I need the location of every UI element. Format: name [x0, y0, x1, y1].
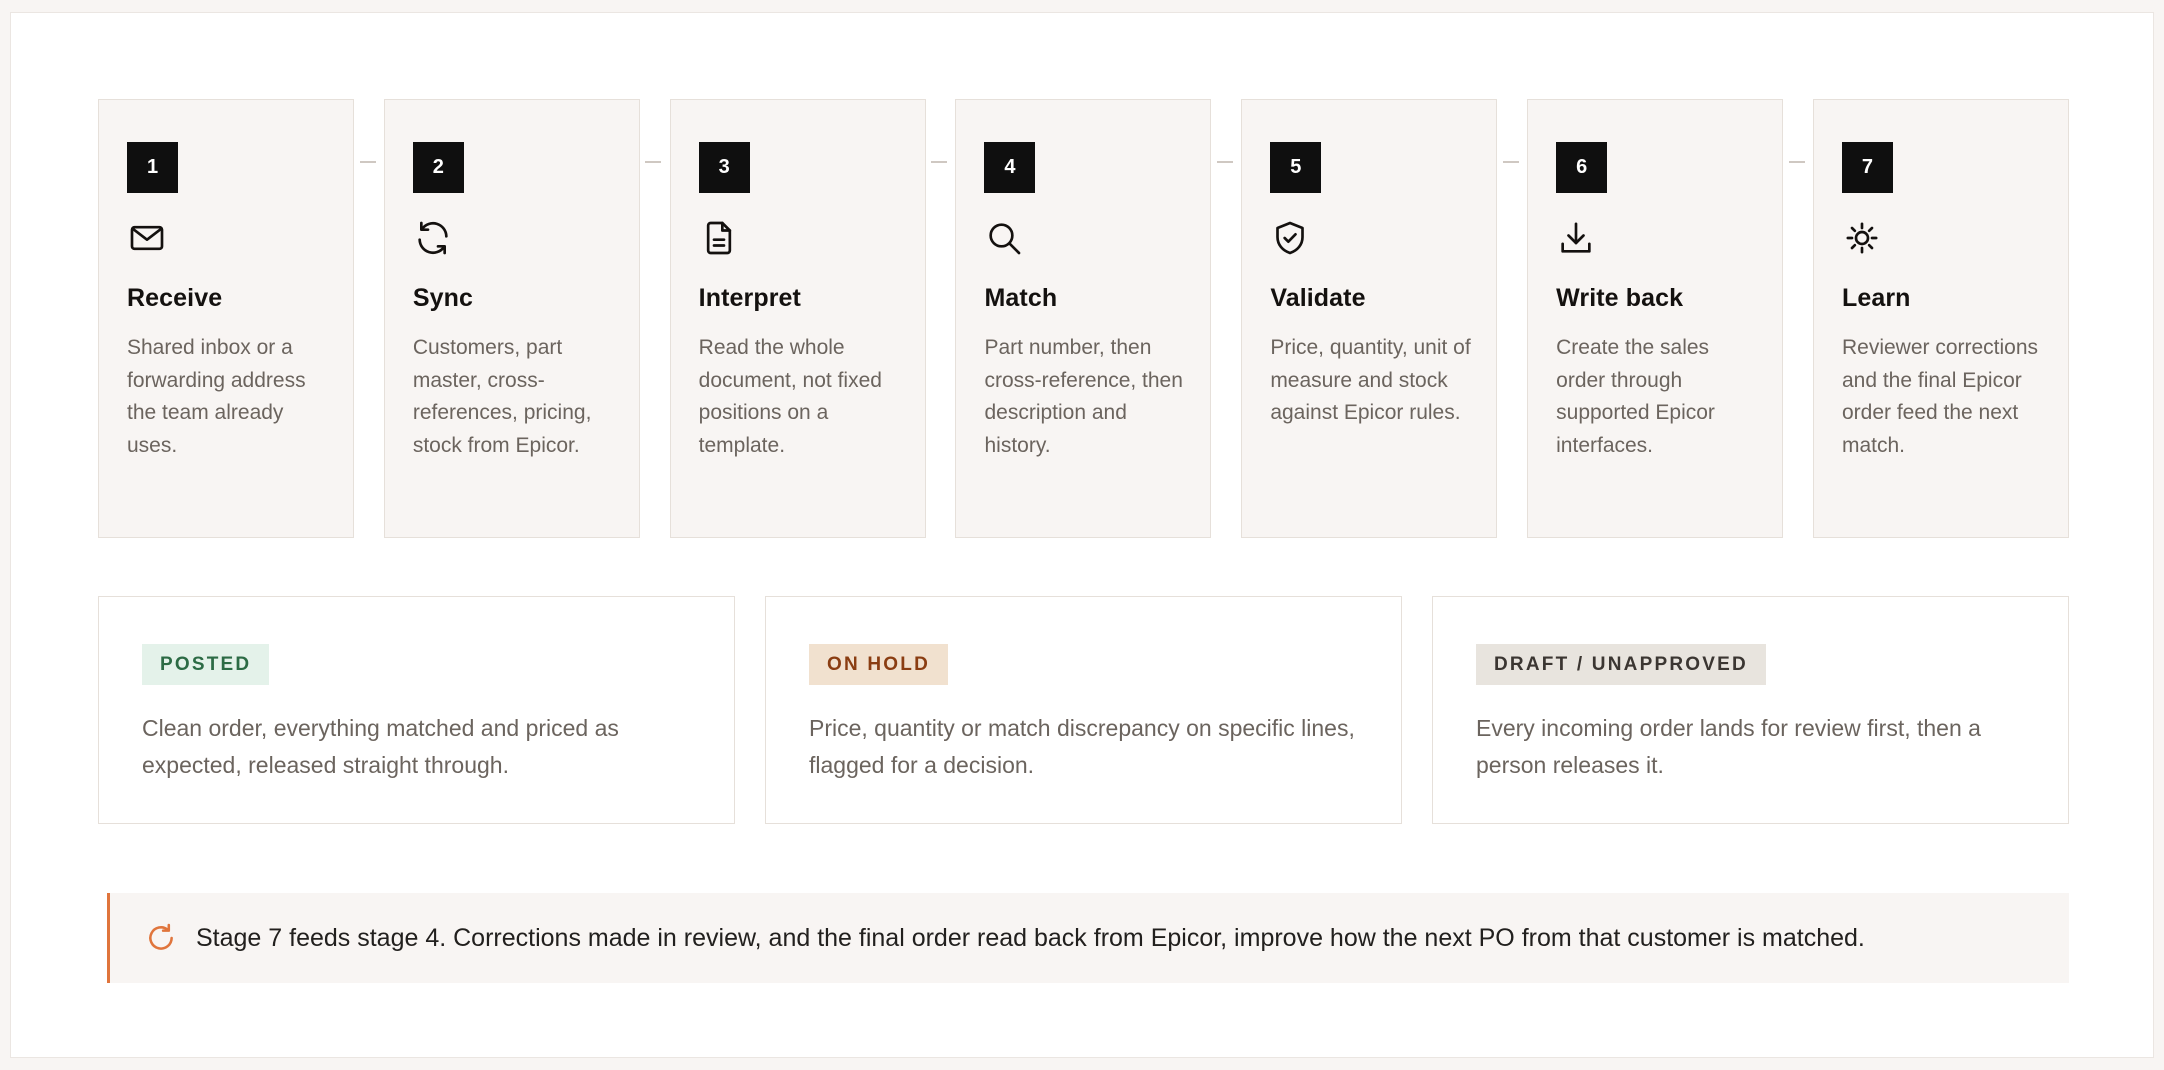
status-card-on-hold: ON HOLD Price, quantity or match discrep…: [765, 596, 1402, 824]
step-interpret: 3 Interpret Read the whole document, not…: [669, 99, 948, 538]
step-validate: 5 Validate Price, quantity, unit of meas…: [1241, 99, 1519, 538]
step-title: Interpret: [698, 284, 801, 312]
step-title: Match: [984, 284, 1058, 312]
status-description: Price, quantity or match discrepancy on …: [809, 715, 1355, 778]
status-card-posted: POSTED Clean order, everything matched a…: [98, 596, 735, 824]
status-card-draft: DRAFT / UNAPPROVED Every incoming order …: [1432, 596, 2069, 824]
sun-icon: [1842, 218, 1882, 258]
step-number: 7: [1841, 142, 1893, 193]
step-number: 3: [698, 142, 750, 193]
status-cards: POSTED Clean order, everything matched a…: [98, 596, 2069, 824]
status-badge: POSTED: [142, 644, 270, 685]
step-match: 4 Match Part number, then cross-referenc…: [955, 99, 1233, 538]
feedback-note: Stage 7 feeds stage 4. Corrections made …: [107, 893, 2069, 983]
step-number: 2: [412, 142, 464, 193]
document-icon: [699, 218, 739, 258]
pipeline-frame: 1 Receive Shared inbox or a forwarding a…: [10, 12, 2154, 1058]
pipeline-steps: 1 Receive Shared inbox or a forwarding a…: [98, 99, 2069, 538]
status-badge: ON HOLD: [809, 644, 949, 685]
step-title: Learn: [1841, 284, 1911, 312]
status-description: Every incoming order lands for review fi…: [1476, 715, 1981, 778]
shield-check-icon: [1270, 218, 1310, 258]
step-number: 6: [1556, 142, 1608, 193]
step-description: Reviewer corrections and the final Epico…: [1841, 336, 2039, 457]
step-number: 4: [984, 142, 1036, 193]
step-description: Shared inbox or a forwarding address the…: [127, 336, 306, 457]
download-icon: [1556, 218, 1596, 258]
step-number: 5: [1270, 142, 1322, 193]
mail-icon: [127, 218, 167, 258]
search-icon: [984, 218, 1024, 258]
note-text: Stage 7 feeds stage 4. Corrections made …: [196, 923, 1865, 952]
step-sync: 2 Sync Customers, part master, cross-ref…: [383, 99, 662, 538]
step-learn: 7 Learn Reviewer corrections and the fin…: [1812, 99, 2069, 538]
step-description: Create the sales order through supported…: [1556, 336, 1715, 457]
step-description: Part number, then cross-reference, then …: [984, 336, 1183, 457]
step-title: Sync: [412, 284, 473, 312]
sync-icon: [413, 218, 453, 258]
refresh-icon: [144, 921, 178, 955]
step-title: Write back: [1556, 284, 1684, 312]
step-description: Read the whole document, not fixed posit…: [698, 336, 882, 457]
step-description: Customers, part master, cross-references…: [412, 336, 592, 457]
step-write-back: 6 Write back Create the sales order thro…: [1527, 99, 1805, 538]
step-description: Price, quantity, unit of measure and sto…: [1270, 336, 1471, 424]
status-description: Clean order, everything matched and pric…: [142, 715, 619, 778]
step-number: 1: [127, 142, 178, 193]
step-title: Validate: [1270, 284, 1366, 312]
status-badge: DRAFT / UNAPPROVED: [1476, 644, 1766, 685]
step-receive: 1 Receive Shared inbox or a forwarding a…: [98, 99, 376, 538]
step-title: Receive: [127, 284, 223, 312]
